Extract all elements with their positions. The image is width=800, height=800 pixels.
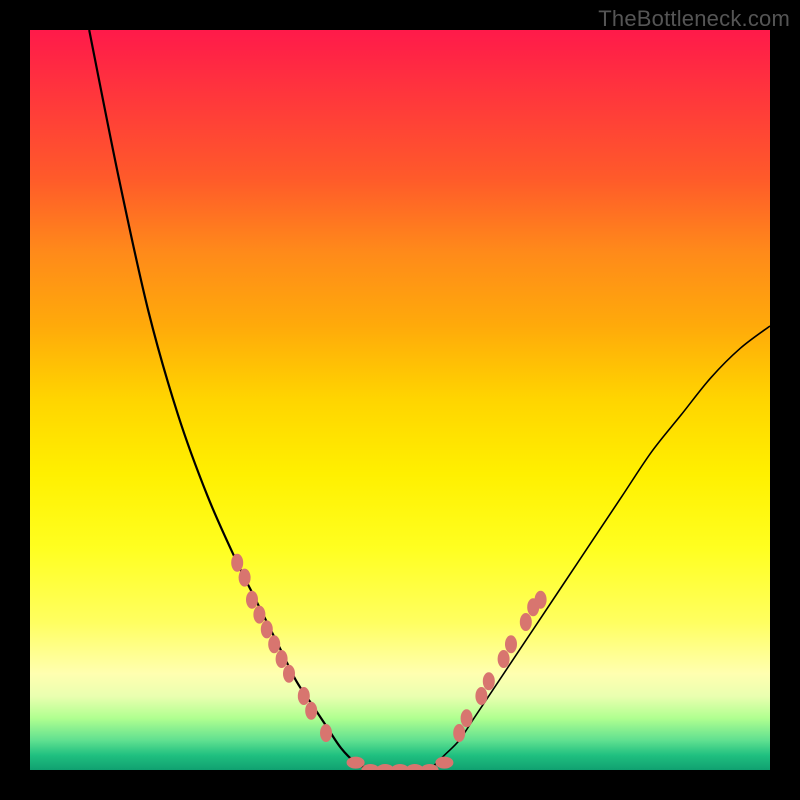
data-marker [261, 620, 273, 638]
data-marker [535, 591, 547, 609]
data-marker [231, 554, 243, 572]
data-marker [253, 606, 265, 624]
data-marker [276, 650, 288, 668]
data-marker [505, 635, 517, 653]
left-curve [89, 30, 370, 770]
data-marker [283, 665, 295, 683]
data-marker [305, 702, 317, 720]
chart-container: TheBottleneck.com [0, 0, 800, 800]
data-marker [347, 757, 365, 769]
data-marker [453, 724, 465, 742]
left-curve-path [89, 30, 370, 770]
data-marker [268, 635, 280, 653]
chart-svg [30, 30, 770, 770]
data-marker [239, 569, 251, 587]
watermark-text: TheBottleneck.com [598, 6, 790, 32]
data-marker [461, 709, 473, 727]
data-marker [498, 650, 510, 668]
data-marker [520, 613, 532, 631]
data-marker [298, 687, 310, 705]
data-marker [483, 672, 495, 690]
data-marker [421, 764, 439, 770]
data-markers [231, 554, 546, 770]
data-marker [246, 591, 258, 609]
plot-area [30, 30, 770, 770]
data-marker [320, 724, 332, 742]
data-marker [475, 687, 487, 705]
data-marker [435, 757, 453, 769]
